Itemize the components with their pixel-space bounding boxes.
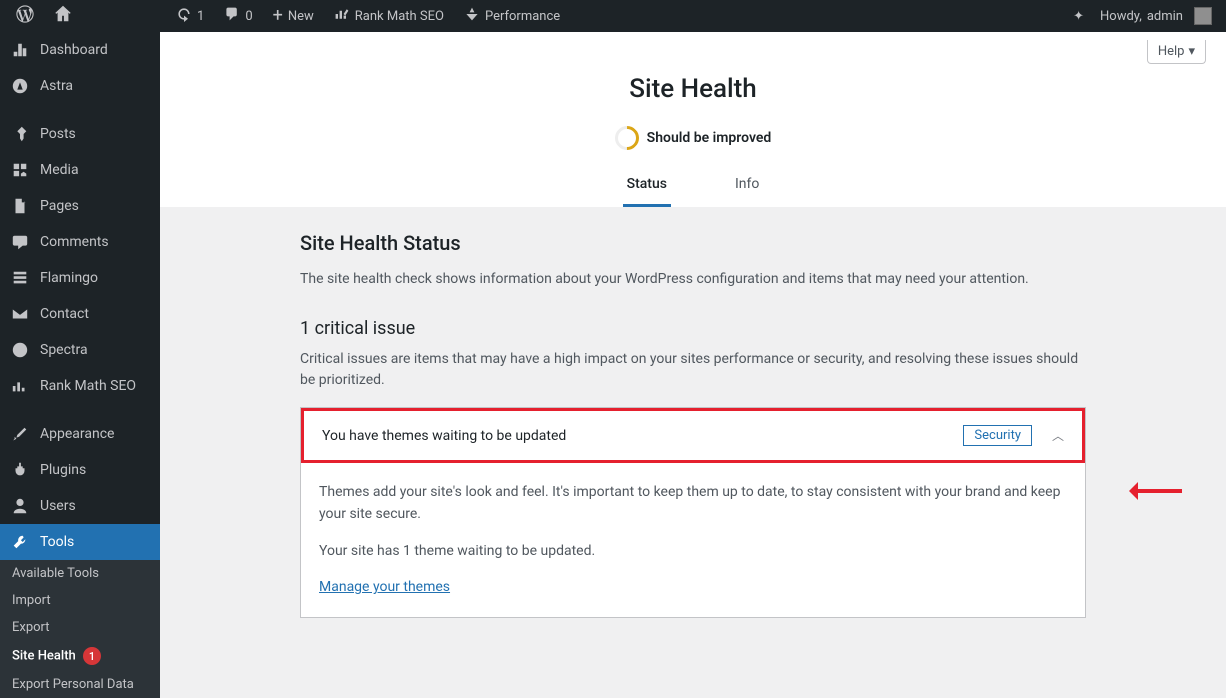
admin-sidebar: Dashboard Astra Posts Media Pages Comments Fla… bbox=[0, 32, 160, 672]
sidebar-item-plugins[interactable]: Plugins bbox=[0, 452, 160, 488]
pin-icon bbox=[10, 124, 30, 144]
username: admin bbox=[1147, 9, 1183, 24]
sparkle-icon: ✦ bbox=[1073, 9, 1084, 24]
brush-icon bbox=[10, 424, 30, 444]
tools-submenu: Available ToolsImportExportSite Health 1… bbox=[0, 560, 160, 698]
annotation-arrow bbox=[1120, 482, 1182, 500]
sidebar-item-label: Tools bbox=[40, 534, 74, 550]
ai-sparkle[interactable]: ✦ bbox=[1065, 0, 1092, 32]
site-home[interactable] bbox=[46, 0, 80, 32]
issue-body: Themes add your site's look and feel. It… bbox=[301, 463, 1085, 617]
chevron-up-icon: ︿ bbox=[1052, 427, 1064, 444]
sidebar-item-posts[interactable]: Posts bbox=[0, 116, 160, 152]
sidebar-item-label: Dashboard bbox=[40, 42, 108, 58]
help-button[interactable]: Help ▾ bbox=[1147, 40, 1206, 64]
sidebar-item-label: Pages bbox=[40, 198, 79, 214]
admin-bar: 1 0 +New Rank Math SEO Performance ✦ How… bbox=[0, 0, 1226, 32]
issue-title: You have themes waiting to be updated bbox=[322, 428, 963, 444]
sidebar-item-label: Appearance bbox=[40, 426, 114, 442]
chevron-down-icon: ▾ bbox=[1188, 44, 1195, 59]
plus-icon: + bbox=[273, 7, 283, 25]
spectra-icon bbox=[10, 340, 30, 360]
sidebar-item-label: Plugins bbox=[40, 462, 86, 478]
dashboard-icon bbox=[10, 40, 30, 60]
progress-ring-icon bbox=[610, 121, 644, 155]
flamingo-icon bbox=[10, 268, 30, 288]
issue-body-text2: Your site has 1 theme waiting to be upda… bbox=[319, 540, 1067, 562]
comments-link[interactable]: 0 bbox=[216, 0, 260, 32]
performance-icon bbox=[464, 6, 480, 26]
howdy-text: Howdy, bbox=[1100, 9, 1142, 24]
wrench-icon bbox=[10, 532, 30, 552]
sidebar-item-label: Contact bbox=[40, 306, 89, 322]
plug-icon bbox=[10, 460, 30, 480]
critical-desc: Critical issues are items that may have … bbox=[300, 349, 1086, 391]
status-heading: Site Health Status bbox=[300, 231, 1086, 255]
issue-badge: Security bbox=[963, 425, 1032, 446]
indicator-text: Should be improved bbox=[647, 130, 772, 146]
sidebar-item-comments[interactable]: Comments bbox=[0, 224, 160, 260]
refresh-icon bbox=[176, 6, 192, 26]
chart-icon bbox=[10, 376, 30, 396]
page-icon bbox=[10, 196, 30, 216]
submenu-item-export[interactable]: Export bbox=[0, 614, 160, 641]
sidebar-item-label: Comments bbox=[40, 234, 109, 250]
submenu-item-site-health[interactable]: Site Health 1 bbox=[0, 641, 160, 671]
updates-count: 1 bbox=[197, 9, 204, 24]
sidebar-item-label: Media bbox=[40, 162, 79, 178]
sidebar-item-label: Rank Math SEO bbox=[40, 378, 136, 394]
issue-body-text1: Themes add your site's look and feel. It… bbox=[319, 481, 1067, 526]
issue-card: You have themes waiting to be updated Se… bbox=[300, 407, 1086, 618]
wordpress-icon bbox=[16, 5, 34, 27]
comments-count: 0 bbox=[245, 9, 252, 24]
submenu-item-import[interactable]: Import bbox=[0, 587, 160, 614]
page-title: Site Health bbox=[160, 74, 1226, 104]
user-icon bbox=[10, 496, 30, 516]
critical-heading: 1 critical issue bbox=[300, 318, 1086, 339]
tab-bar: Status Info bbox=[160, 168, 1226, 207]
sidebar-item-spectra[interactable]: Spectra bbox=[0, 332, 160, 368]
sidebar-item-rank-math-seo[interactable]: Rank Math SEO bbox=[0, 368, 160, 404]
comment-icon bbox=[224, 6, 240, 26]
chart-icon bbox=[334, 6, 350, 26]
sidebar-item-dashboard[interactable]: Dashboard bbox=[0, 32, 160, 68]
submenu-item-export-personal-data[interactable]: Export Personal Data bbox=[0, 671, 160, 698]
manage-themes-link[interactable]: Manage your themes bbox=[319, 579, 450, 595]
arrow-line bbox=[1136, 489, 1182, 493]
avatar-icon bbox=[1194, 7, 1212, 25]
astra-icon bbox=[10, 76, 30, 96]
sidebar-item-label: Spectra bbox=[40, 342, 88, 358]
sidebar-item-label: Users bbox=[40, 498, 76, 514]
sidebar-item-astra[interactable]: Astra bbox=[0, 68, 160, 104]
sidebar-item-flamingo[interactable]: Flamingo bbox=[0, 260, 160, 296]
new-content-link[interactable]: +New bbox=[265, 0, 322, 32]
sidebar-item-pages[interactable]: Pages bbox=[0, 188, 160, 224]
status-desc: The site health check shows information … bbox=[300, 269, 1086, 290]
sidebar-item-appearance[interactable]: Appearance bbox=[0, 416, 160, 452]
home-icon bbox=[54, 5, 72, 27]
media-icon bbox=[10, 160, 30, 180]
mail-icon bbox=[10, 304, 30, 324]
tab-info[interactable]: Info bbox=[731, 168, 763, 207]
sidebar-item-media[interactable]: Media bbox=[0, 152, 160, 188]
updates-link[interactable]: 1 bbox=[168, 0, 212, 32]
comment-icon bbox=[10, 232, 30, 252]
sidebar-item-label: Astra bbox=[40, 78, 73, 94]
sidebar-item-label: Flamingo bbox=[40, 270, 98, 286]
sidebar-item-tools[interactable]: Tools bbox=[0, 524, 160, 560]
submenu-item-available-tools[interactable]: Available Tools bbox=[0, 560, 160, 587]
rankmath-link[interactable]: Rank Math SEO bbox=[326, 0, 452, 32]
wp-logo[interactable] bbox=[8, 0, 42, 32]
issue-header[interactable]: You have themes waiting to be updated Se… bbox=[301, 408, 1085, 463]
sidebar-item-label: Posts bbox=[40, 126, 76, 142]
main-content: Help ▾ Site Health Should be improved St… bbox=[160, 32, 1226, 672]
health-indicator: Should be improved bbox=[160, 126, 1226, 150]
performance-link[interactable]: Performance bbox=[456, 0, 568, 32]
badge-count: 1 bbox=[83, 647, 101, 665]
sidebar-item-contact[interactable]: Contact bbox=[0, 296, 160, 332]
account-link[interactable]: Howdy, admin bbox=[1092, 0, 1220, 32]
tab-status[interactable]: Status bbox=[623, 168, 671, 207]
sidebar-item-users[interactable]: Users bbox=[0, 488, 160, 524]
